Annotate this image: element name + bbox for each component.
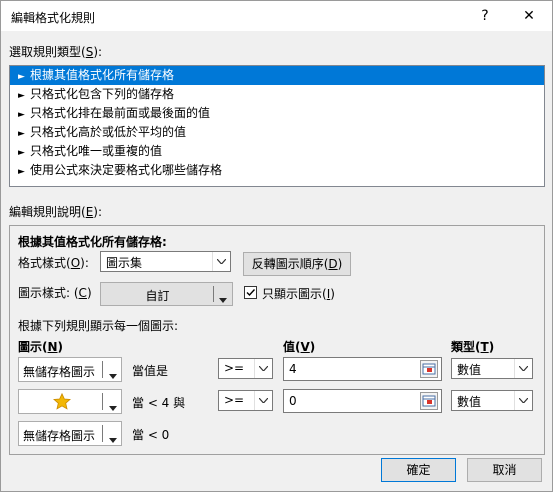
range-select-icon[interactable] <box>420 360 438 378</box>
rule-description-panel: 根據其值格式化所有儲存格: 格式樣式(O): 圖示集 反轉圖示順序(D) 圖示樣… <box>9 225 545 455</box>
format-style-label: 格式樣式(O): <box>18 256 89 270</box>
condition-label-row-3: 當 < 0 <box>132 428 170 442</box>
rule-type-label: 選取規則類型(S): <box>9 45 103 59</box>
checkmark-icon <box>246 289 256 297</box>
chevron-down-icon <box>514 391 532 410</box>
dropdown-separator <box>102 425 103 442</box>
operator-select-row-2[interactable]: >= <box>218 390 273 411</box>
dropdown-separator <box>102 361 103 378</box>
rule-description-label: 編輯規則說明(E): <box>9 205 103 219</box>
rule-type-item[interactable]: ► 只格式化包含下列的儲存格 <box>10 85 544 104</box>
format-style-select[interactable]: 圖示集 <box>100 251 231 272</box>
chevron-down-icon <box>212 252 230 271</box>
icon-style-label: 圖示樣式: (C) <box>18 286 92 300</box>
star-icon <box>53 392 71 413</box>
triangle-down-icon <box>219 292 227 306</box>
icon-select-row-2[interactable] <box>18 389 122 414</box>
type-select-row-1[interactable]: 數值 <box>451 358 533 379</box>
rule-type-item[interactable]: ► 只格式化高於或低於平均的值 <box>10 123 544 142</box>
icon-select-row-1[interactable]: 無儲存格圖示 <box>18 357 122 382</box>
icon-select-row-3[interactable]: 無儲存格圖示 <box>18 421 122 446</box>
column-header-type: 類型(T) <box>451 340 495 354</box>
triangle-down-icon <box>109 400 117 414</box>
close-button[interactable]: ✕ <box>517 5 541 27</box>
dropdown-separator <box>213 286 214 302</box>
chevron-down-icon <box>254 391 272 410</box>
column-header-icon: 圖示(N) <box>18 340 64 354</box>
type-select-row-2[interactable]: 數值 <box>451 390 533 411</box>
rule-type-item[interactable]: ► 只格式化唯一或重複的值 <box>10 142 544 161</box>
show-icon-only-checkbox[interactable] <box>244 286 257 299</box>
reverse-icon-order-button[interactable]: 反轉圖示順序(D) <box>243 252 351 276</box>
chevron-down-icon <box>514 359 532 378</box>
show-icon-only-label: 只顯示圖示(I) <box>262 287 335 301</box>
dialog-window: 編輯格式化規則 ? ✕ 選取規則類型(S): ► 根據其值格式化所有儲存格 ► 只格… <box>0 0 553 492</box>
rule-type-item[interactable]: ► 只格式化排在最前面或最後面的值 <box>10 104 544 123</box>
operator-select-row-1[interactable]: >= <box>218 358 273 379</box>
dropdown-separator <box>102 393 103 410</box>
rule-type-list[interactable]: ► 根據其值格式化所有儲存格 ► 只格式化包含下列的儲存格 ► 只格式化排在最前面或最… <box>9 65 545 187</box>
dialog-title: 編輯格式化規則 <box>11 11 96 25</box>
value-input-row-1[interactable]: 4 <box>283 357 442 381</box>
value-input-row-2[interactable]: 0 <box>283 389 442 413</box>
triangle-right-icon: ► <box>18 167 25 177</box>
rule-type-item[interactable]: ► 根據其值格式化所有儲存格 <box>10 66 544 85</box>
chevron-down-icon <box>254 359 272 378</box>
rules-caption: 根據下列規則顯示每一個圖示: <box>18 319 179 333</box>
description-heading: 根據其值格式化所有儲存格: <box>18 235 167 249</box>
condition-label-row-1: 當值是 <box>132 364 169 378</box>
rule-type-item[interactable]: ► 使用公式來決定要格式化哪些儲存格 <box>10 161 544 180</box>
triangle-down-icon <box>109 368 117 382</box>
range-select-icon[interactable] <box>420 392 438 410</box>
ok-button[interactable]: 確定 <box>381 458 456 482</box>
help-button[interactable]: ? <box>473 5 497 27</box>
icon-style-dropdown[interactable]: 自訂 <box>100 282 233 306</box>
triangle-down-icon <box>109 432 117 446</box>
title-bar: 編輯格式化規則 ? ✕ <box>1 1 552 31</box>
column-header-value: 值(V) <box>283 340 316 354</box>
condition-label-row-2: 當 < 4 與 <box>132 396 186 410</box>
cancel-button[interactable]: 取消 <box>467 458 542 482</box>
